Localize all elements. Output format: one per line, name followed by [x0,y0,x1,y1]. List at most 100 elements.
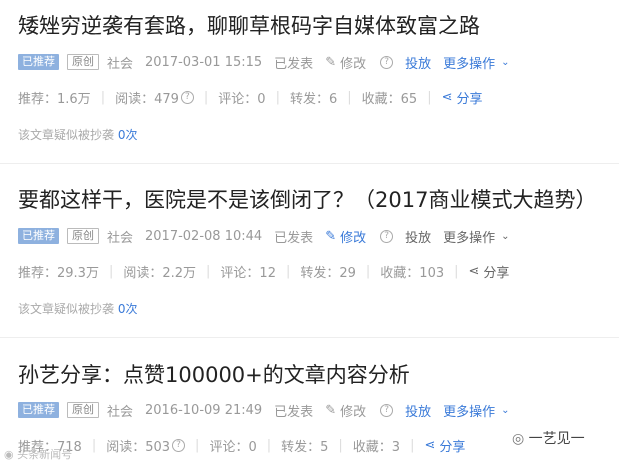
watermark-left-text: 头条新闻号 [17,448,73,461]
edit-label: 修改 [340,404,367,420]
status-label: 已发表 [274,404,314,420]
recommended-badge: 已推荐 [18,54,59,70]
plagiarism-count[interactable]: 0次 [118,302,138,316]
comment-count: 评论：12 [220,265,276,281]
more-actions-label: 更多操作 [443,404,496,420]
original-badge: 原创 [67,402,99,418]
more-actions-label: 更多操作 [443,230,496,246]
article-meta: 已推荐 原创 社会 2017-03-01 15:15 已发表 ✎ 修改 ? 投放… [18,52,522,72]
help-icon[interactable]: ? [172,438,186,452]
wechat-icon: ◎ [512,431,525,447]
status-label: 已发表 [274,56,314,72]
divider: | [206,263,211,279]
share-icon: ⋖ [468,263,480,279]
favorite-count: 收藏：65 [361,91,418,107]
deliver-button[interactable]: 投放 [405,401,431,420]
divider: | [203,89,209,105]
plagiarism-count[interactable]: 0次 [118,128,138,142]
divider: | [427,89,432,105]
weibo-icon: ◉ [4,448,14,461]
watermark-left: ◉ 头条新闻号 [4,446,72,462]
favorite-count: 收藏：3 [352,439,401,455]
divider: | [100,89,106,105]
divider: | [410,437,415,453]
more-actions-dropdown[interactable]: 更多操作 ⌄ [443,53,509,72]
favorite-count: 收藏：103 [380,265,445,281]
share-label: 分享 [456,91,483,107]
article-meta: 已推荐 原创 社会 2016-10-09 21:49 已发表 ✎ 修改 ? 投放… [18,400,522,420]
read-count: 阅读：503 [106,439,171,455]
divider: | [195,437,200,453]
divider: | [347,89,352,105]
divider: | [454,263,459,279]
plagiarism-note-text: 该文章疑似被抄袭 [18,302,115,316]
edit-icon: ✎ [325,54,337,70]
deliver-button[interactable]: 投放 [405,53,431,72]
more-actions-dropdown[interactable]: 更多操作 ⌄ [443,401,509,420]
share-icon: ⋖ [441,89,453,105]
divider: | [91,437,97,453]
deliver-button[interactable]: 投放 [405,227,431,246]
chevron-down-icon: ⌄ [501,230,510,242]
watermark-right: ◎ 一艺见一 [512,428,585,448]
article-stats: 推荐：29.3万 | 阅读：2.2万 | 评论：12 | 转发：29 | 收藏：… [18,261,509,281]
read-count-wrap: 阅读：503 ? [106,436,186,455]
share-count: 转发：6 [289,91,338,107]
share-label: 分享 [439,439,466,455]
divider: | [285,263,291,279]
divider: | [266,437,272,453]
read-count: 阅读：479 [115,91,179,107]
article-title[interactable]: 矮矬穷逆袭有套路，聊聊草根码字自媒体致富之路 [18,12,480,40]
edit-button[interactable]: ✎ 修改 [325,53,366,72]
recommend-count: 推荐：1.6万 [18,91,91,107]
share-count: 转发：29 [300,265,356,281]
edit-icon: ✎ [325,228,337,244]
edit-button[interactable]: ✎ 修改 [325,227,366,246]
chevron-down-icon: ⌄ [501,56,510,68]
article-divider [0,337,619,338]
share-label: 分享 [483,265,510,281]
edit-button[interactable]: ✎ 修改 [325,401,366,420]
article-stats: 推荐：718 | 阅读：503 ? | 评论：0 | 转发：5 | 收藏：3 |… [18,435,465,455]
article-title[interactable]: 要都这样干，医院是不是该倒闭了？（2017商业模式大趋势） [18,186,596,214]
status-label: 已发表 [274,230,314,246]
share-button[interactable]: ⋖ 分享 [424,436,465,455]
divider: | [275,89,280,105]
help-icon[interactable]: ? [378,403,394,417]
read-count-wrap: 阅读：479 ? [115,88,194,107]
original-badge: 原创 [67,228,99,244]
recommended-badge: 已推荐 [18,402,59,418]
recommend-count: 推荐：29.3万 [18,265,99,281]
category-label: 社会 [107,404,134,420]
article-divider [0,163,619,164]
category-label: 社会 [107,56,134,72]
plagiarism-note: 该文章疑似被抄袭 0次 [18,126,137,143]
share-count: 转发：5 [281,439,329,455]
category-label: 社会 [107,230,134,246]
share-button[interactable]: ⋖ 分享 [469,262,510,281]
divider: | [365,263,371,279]
divider: | [338,437,343,453]
help-icon[interactable]: ? [180,90,194,104]
publish-datetime: 2016-10-09 21:49 [145,402,263,418]
article-meta: 已推荐 原创 社会 2017-02-08 10:44 已发表 ✎ 修改 ? 投放… [18,226,522,246]
article-title[interactable]: 孙艺分享：点赞100000+的文章内容分析 [18,361,410,389]
edit-label: 修改 [340,230,367,246]
comment-count: 评论：0 [218,91,266,107]
edit-label: 修改 [340,56,367,72]
share-button[interactable]: ⋖ 分享 [442,88,483,107]
help-icon[interactable]: ? [378,229,394,243]
more-actions-dropdown[interactable]: 更多操作 ⌄ [443,227,509,246]
publish-datetime: 2017-03-01 15:15 [145,54,263,70]
share-icon: ⋖ [424,437,436,453]
original-badge: 原创 [67,54,99,70]
publish-datetime: 2017-02-08 10:44 [145,228,263,244]
article-stats: 推荐：1.6万 | 阅读：479 ? | 评论：0 | 转发：6 | 收藏：65… [18,87,483,107]
edit-icon: ✎ [325,402,337,418]
help-icon[interactable]: ? [378,55,394,69]
more-actions-label: 更多操作 [443,56,496,72]
comment-count: 评论：0 [209,439,257,455]
watermark-right-text: 一艺见一 [528,431,585,447]
divider: | [108,263,114,279]
plagiarism-note-text: 该文章疑似被抄袭 [18,128,115,142]
